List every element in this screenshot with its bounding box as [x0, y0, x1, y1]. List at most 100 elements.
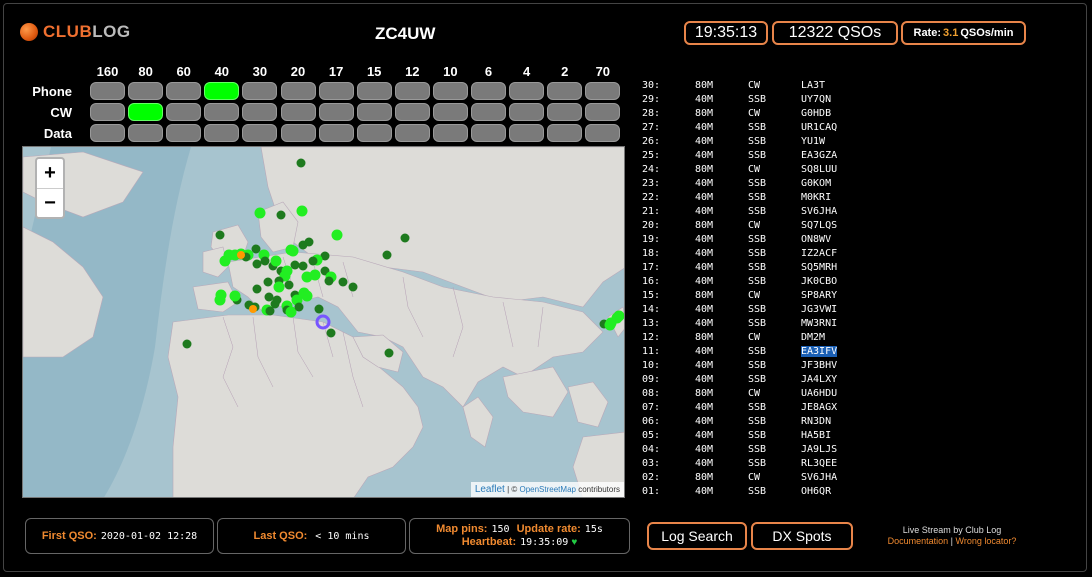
leaflet-link[interactable]: Leaflet: [475, 484, 505, 495]
qso-pin[interactable]: [296, 158, 306, 168]
heartbeat-label: Heartbeat:: [461, 536, 517, 548]
log-callsign[interactable]: JK0CBO: [801, 276, 837, 287]
clublog-logo[interactable]: CLUBLOG: [20, 22, 131, 42]
qso-pin[interactable]: [309, 269, 321, 281]
log-callsign[interactable]: M0KRI: [801, 192, 831, 203]
log-callsign[interactable]: YU1W: [801, 136, 825, 147]
qso-pin-orange[interactable]: [249, 305, 257, 313]
log-callsign[interactable]: OH6QR: [801, 486, 831, 497]
qso-pin[interactable]: [260, 256, 270, 266]
qso-pin[interactable]: [284, 280, 294, 290]
map-stats-line1: Map pins: 150 Update rate: 15s: [436, 523, 603, 536]
log-callsign[interactable]: JA4LXY: [801, 374, 837, 385]
log-callsign[interactable]: DM2M: [801, 332, 825, 343]
log-callsign[interactable]: SV6JHA: [801, 206, 837, 217]
first-qso-box: First QSO: 2020-01-02 12:28: [25, 518, 214, 554]
qso-pin[interactable]: [285, 244, 297, 256]
qso-pin[interactable]: [304, 237, 314, 247]
qso-pin[interactable]: [251, 244, 261, 254]
log-number: 27:: [642, 122, 661, 133]
qso-pin[interactable]: [272, 295, 282, 305]
qso-pin-orange[interactable]: [237, 251, 245, 259]
qso-pin[interactable]: [254, 207, 266, 219]
log-mode: SSB: [748, 276, 767, 287]
qso-pin[interactable]: [326, 328, 336, 338]
map-tiles[interactable]: [23, 147, 625, 498]
dx-spots-button[interactable]: DX Spots: [751, 522, 853, 550]
log-callsign[interactable]: SQ8LUU: [801, 164, 837, 175]
qso-pin[interactable]: [314, 304, 324, 314]
log-callsign[interactable]: G0HDB: [801, 108, 831, 119]
log-callsign[interactable]: SP8ARY: [801, 290, 837, 301]
log-mode: SSB: [748, 136, 767, 147]
qso-map[interactable]: + − Leaflet | © OpenStreetMap contributo…: [22, 146, 625, 498]
band-header: 160: [96, 64, 119, 79]
qso-pin[interactable]: [382, 250, 392, 260]
band-mode-cell: [242, 103, 278, 121]
log-band: 40M: [695, 458, 714, 469]
qso-pin[interactable]: [400, 233, 410, 243]
qso-pin[interactable]: [298, 261, 308, 271]
qso-pin[interactable]: [338, 277, 348, 287]
qso-pin[interactable]: [276, 210, 286, 220]
qso-pin[interactable]: [273, 281, 285, 293]
log-callsign[interactable]: G0KOM: [801, 178, 831, 189]
qso-pin[interactable]: [331, 229, 343, 241]
openstreetmap-link[interactable]: OpenStreetMap: [519, 485, 575, 494]
qso-pin[interactable]: [384, 348, 394, 358]
log-callsign[interactable]: EA3IFV: [801, 346, 838, 357]
qso-pin[interactable]: [301, 290, 313, 302]
qso-pin[interactable]: [281, 265, 293, 277]
qso-pin[interactable]: [290, 260, 300, 270]
log-callsign[interactable]: UY7QN: [801, 94, 831, 105]
wrong-locator-link[interactable]: Wrong locator?: [956, 536, 1017, 546]
log-callsign[interactable]: SQ5MRH: [801, 262, 837, 273]
log-callsign[interactable]: MW3RNI: [801, 318, 837, 329]
log-callsign[interactable]: HA5BI: [801, 430, 831, 441]
documentation-link[interactable]: Documentation: [888, 536, 949, 546]
log-number: 17:: [642, 262, 661, 273]
qso-pin[interactable]: [296, 205, 308, 217]
zoom-out-button[interactable]: −: [37, 189, 63, 218]
qso-pin[interactable]: [252, 284, 262, 294]
qso-pin[interactable]: [219, 255, 231, 267]
log-number: 13:: [642, 318, 661, 329]
log-search-button[interactable]: Log Search: [647, 522, 747, 550]
log-callsign[interactable]: UR1CAQ: [801, 122, 837, 133]
rate-display: Rate: 3.1 QSOs/min: [901, 21, 1026, 45]
qso-pin[interactable]: [252, 259, 262, 269]
band-mode-cell: [242, 124, 278, 142]
log-callsign[interactable]: IZ2ACF: [801, 248, 837, 259]
qso-pin[interactable]: [214, 294, 226, 306]
log-callsign[interactable]: ON8WV: [801, 234, 831, 245]
log-mode: CW: [748, 332, 761, 343]
log-number: 24:: [642, 164, 661, 175]
qso-pin[interactable]: [308, 256, 318, 266]
qso-pin[interactable]: [265, 306, 275, 316]
qso-pin[interactable]: [324, 276, 334, 286]
log-callsign[interactable]: RL3QEE: [801, 458, 837, 469]
log-callsign[interactable]: SQ7LQS: [801, 220, 837, 231]
qso-pin[interactable]: [215, 230, 225, 240]
qso-pin[interactable]: [604, 319, 616, 331]
qso-pin[interactable]: [264, 292, 274, 302]
log-callsign[interactable]: LA3T: [801, 80, 825, 91]
log-callsign[interactable]: JG3VWI: [801, 304, 837, 315]
log-callsign[interactable]: JF3BHV: [801, 360, 837, 371]
zoom-in-button[interactable]: +: [37, 159, 63, 189]
log-callsign[interactable]: RN3DN: [801, 416, 831, 427]
qso-pin[interactable]: [294, 302, 304, 312]
log-number: 02:: [642, 472, 661, 483]
qso-pin[interactable]: [182, 339, 192, 349]
log-callsign[interactable]: SV6JHA: [801, 472, 837, 483]
log-callsign[interactable]: JA9LJS: [801, 444, 837, 455]
qso-pin[interactable]: [348, 282, 358, 292]
log-mode: CW: [748, 388, 761, 399]
qso-pin[interactable]: [270, 255, 282, 267]
log-callsign[interactable]: EA3GZA: [801, 150, 837, 161]
qso-pin[interactable]: [229, 290, 241, 302]
qso-pin[interactable]: [263, 277, 273, 287]
log-callsign[interactable]: UA6HDU: [801, 388, 837, 399]
qso-pin[interactable]: [613, 310, 625, 322]
log-callsign[interactable]: JE8AGX: [801, 402, 837, 413]
